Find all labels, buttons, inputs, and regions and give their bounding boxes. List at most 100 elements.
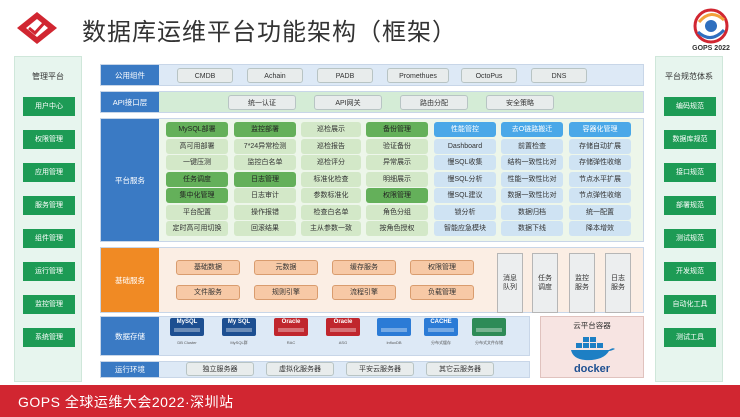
right-item-database[interactable]: 数据库规范 (664, 130, 716, 149)
runtime-other-cloud-server[interactable]: 其它云服务器 (426, 362, 494, 376)
platform-cell-r6-c4[interactable]: 角色分组 (366, 204, 428, 220)
api-security-policy[interactable]: 安全策略 (486, 95, 554, 110)
public-achain[interactable]: Achain (247, 68, 303, 83)
left-item-operation[interactable]: 运行管理 (23, 262, 75, 281)
platform-cell-r2-c3[interactable]: 巡检报告 (301, 138, 361, 154)
platform-cell-r5-c3[interactable]: 参数标准化 (301, 188, 361, 203)
left-item-monitoring[interactable]: 监控管理 (23, 295, 75, 314)
public-promethues[interactable]: Promethues (387, 68, 449, 83)
platform-cell-r7-c1[interactable]: 定时高可用切换 (166, 221, 228, 236)
right-item-automation-tools[interactable]: 自动化工具 (664, 295, 716, 314)
platform-cell-r3-c3[interactable]: 巡检评分 (301, 155, 361, 170)
storage-item-1[interactable]: MySQL DB Cluster (168, 316, 206, 348)
platform-cell-r4-c3[interactable]: 标准化检查 (301, 171, 361, 187)
platform-cell-r2-c5[interactable]: Dashboard (434, 138, 496, 154)
platform-cell-r3-c4[interactable]: 异常展示 (366, 155, 428, 170)
right-item-testing[interactable]: 测试规范 (664, 229, 716, 248)
platform-cell-r2-c7[interactable]: 存储自动扩展 (569, 138, 631, 154)
platform-cell-r1-c1[interactable]: MySQL部署 (166, 122, 228, 137)
public-cmdb[interactable]: CMDB (177, 68, 233, 83)
platform-cell-r3-c2[interactable]: 监控白名单 (234, 155, 296, 170)
base-vertical-service-4[interactable]: 日志 服务 (605, 253, 631, 313)
runtime-standalone-server[interactable]: 独立服务器 (186, 362, 254, 376)
platform-cell-r4-c6[interactable]: 性能一致性比对 (501, 171, 563, 187)
platform-cell-r3-c5[interactable]: 慢SQL收集 (434, 155, 496, 170)
platform-cell-r1-c5[interactable]: 性能管控 (434, 122, 496, 137)
api-gateway[interactable]: API网关 (314, 95, 382, 110)
right-item-test-tools[interactable]: 测试工具 (664, 328, 716, 347)
platform-cell-r7-c7[interactable]: 降本增效 (569, 221, 631, 236)
platform-cell-r5-c6[interactable]: 数据一致性比对 (501, 188, 563, 203)
base-basic-data[interactable]: 基础数据 (176, 260, 240, 275)
storage-item-2[interactable]: My SQL MySQL群 (220, 316, 258, 348)
base-permission[interactable]: 权限管理 (410, 260, 474, 275)
platform-cell-r7-c5[interactable]: 智能应急模块 (434, 221, 496, 236)
left-item-user-center[interactable]: 用户中心 (23, 97, 75, 116)
base-vertical-service-3[interactable]: 监控 服务 (569, 253, 595, 313)
storage-item-3[interactable]: Oracle RAC (272, 316, 310, 348)
api-unified-auth[interactable]: 统一认证 (228, 95, 296, 110)
platform-cell-r1-c7[interactable]: 容器化管理 (569, 122, 631, 137)
platform-cell-r5-c4[interactable]: 权限管理 (366, 188, 428, 203)
runtime-pingan-cloud-server[interactable]: 平安云服务器 (346, 362, 414, 376)
left-item-permission[interactable]: 权限管理 (23, 130, 75, 149)
platform-cell-r4-c7[interactable]: 节点水平扩展 (569, 171, 631, 187)
left-item-system[interactable]: 系统管理 (23, 328, 75, 347)
right-item-deployment[interactable]: 部署规范 (664, 196, 716, 215)
base-metadata[interactable]: 元数据 (254, 260, 318, 275)
layer-label-runtime: 运行环境 (101, 362, 159, 377)
public-octopus[interactable]: OctoPus (461, 68, 517, 83)
base-flow-engine[interactable]: 流程引擎 (332, 285, 396, 300)
platform-cell-r1-c6[interactable]: 去O链路搬迁 (501, 122, 563, 137)
public-dns[interactable]: DNS (531, 68, 587, 83)
base-cache-service[interactable]: 缓存服务 (332, 260, 396, 275)
base-file-service[interactable]: 文件服务 (176, 285, 240, 300)
platform-cell-r6-c1[interactable]: 平台配置 (166, 204, 228, 220)
architecture-slide: 数据库运维平台功能架构（框架） GOPS 2022 管理平台 用户中心 权限管理… (0, 0, 740, 417)
platform-cell-r1-c3[interactable]: 巡检展示 (301, 122, 361, 137)
platform-cell-r3-c7[interactable]: 存储弹性收缩 (569, 155, 631, 170)
api-routing[interactable]: 路由分配 (400, 95, 468, 110)
storage-item-5[interactable]: InfluxDB (375, 316, 413, 348)
platform-cell-r3-c6[interactable]: 结构一致性比对 (501, 155, 563, 170)
platform-cell-r6-c2[interactable]: 操作报错 (234, 204, 296, 220)
platform-cell-r5-c1[interactable]: 集中化管理 (166, 188, 228, 203)
platform-cell-r6-c3[interactable]: 检查白名单 (301, 204, 361, 220)
platform-cell-r7-c4[interactable]: 按角色授权 (366, 221, 428, 236)
left-item-application[interactable]: 应用管理 (23, 163, 75, 182)
platform-cell-r4-c5[interactable]: 慢SQL分析 (434, 171, 496, 187)
platform-cell-r3-c1[interactable]: 一键压测 (166, 155, 228, 170)
base-vertical-service-2[interactable]: 任务 调度 (532, 253, 558, 313)
storage-item-7[interactable]: 分布式文件存储 (470, 316, 508, 348)
runtime-virtual-server[interactable]: 虚拟化服务器 (266, 362, 334, 376)
platform-cell-r5-c2[interactable]: 日志审计 (234, 188, 296, 203)
right-item-interface[interactable]: 接口规范 (664, 163, 716, 182)
platform-cell-r2-c6[interactable]: 前置检查 (501, 138, 563, 154)
platform-cell-r6-c5[interactable]: 锁分析 (434, 204, 496, 220)
right-item-coding[interactable]: 编码规范 (664, 97, 716, 116)
platform-cell-r7-c6[interactable]: 数据下线 (501, 221, 563, 236)
platform-cell-r2-c4[interactable]: 验证备份 (366, 138, 428, 154)
base-load-management[interactable]: 负载管理 (410, 285, 474, 300)
base-rule-engine[interactable]: 规则引擎 (254, 285, 318, 300)
platform-cell-r6-c7[interactable]: 统一配置 (569, 204, 631, 220)
platform-cell-r4-c4[interactable]: 明细展示 (366, 171, 428, 187)
platform-cell-r6-c6[interactable]: 数据归档 (501, 204, 563, 220)
public-padb[interactable]: PADB (317, 68, 373, 83)
platform-cell-r4-c2[interactable]: 日志管理 (234, 171, 296, 187)
platform-cell-r7-c2[interactable]: 回滚结果 (234, 221, 296, 236)
storage-item-6[interactable]: CACHE 分布式缓存 (422, 316, 460, 348)
platform-cell-r1-c4[interactable]: 备份管理 (366, 122, 428, 137)
platform-cell-r2-c2[interactable]: 7*24异常检测 (234, 138, 296, 154)
platform-cell-r4-c1[interactable]: 任务调度 (166, 171, 228, 187)
platform-cell-r2-c1[interactable]: 高可用部署 (166, 138, 228, 154)
left-item-component[interactable]: 组件管理 (23, 229, 75, 248)
right-item-development[interactable]: 开发规范 (664, 262, 716, 281)
storage-item-4[interactable]: Oracle ASG (324, 316, 362, 348)
platform-cell-r5-c7[interactable]: 节点弹性收缩 (569, 188, 631, 203)
base-vertical-service-1[interactable]: 消息 队列 (497, 253, 523, 313)
left-item-service[interactable]: 服务管理 (23, 196, 75, 215)
platform-cell-r5-c5[interactable]: 慢SQL建议 (434, 188, 496, 203)
platform-cell-r1-c2[interactable]: 监控部署 (234, 122, 296, 137)
platform-cell-r7-c3[interactable]: 主从参数一致 (301, 221, 361, 236)
